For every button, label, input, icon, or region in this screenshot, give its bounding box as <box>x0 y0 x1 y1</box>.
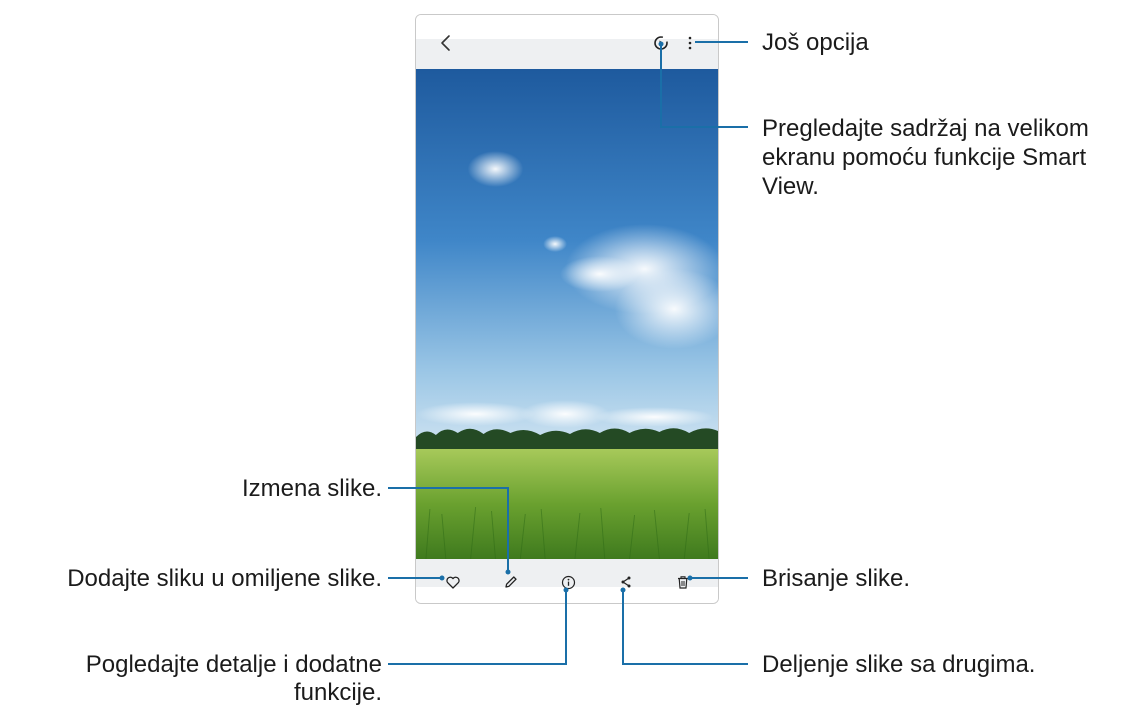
callout-more-options: Još opcija <box>762 29 869 56</box>
callout-smart-view-line-2: ekranu pomoću funkcije Smart <box>762 144 1087 171</box>
landscape-photo <box>416 69 718 559</box>
more-options-icon[interactable] <box>686 35 694 51</box>
bottom-toolbar <box>416 559 718 603</box>
back-icon[interactable] <box>438 33 454 53</box>
callout-favorite: Dodajte sliku u omiljene slike. <box>67 565 382 592</box>
favorite-heart-icon[interactable] <box>446 576 460 589</box>
callout-edit: Izmena slike. <box>241 475 382 502</box>
delete-trash-icon[interactable] <box>676 575 690 590</box>
callout-smart-view-line-1: Pregledajte sadržaj na velikom <box>762 115 1089 142</box>
top-toolbar-strip <box>416 39 718 69</box>
callout-details-line-1: Pogledajte detalje i dodatne <box>85 651 382 678</box>
callout-share: Deljenje slike sa drugima. <box>762 651 1036 678</box>
top-toolbar <box>416 15 718 69</box>
details-info-icon[interactable] <box>561 575 576 590</box>
share-icon[interactable] <box>619 575 633 589</box>
callout-delete: Brisanje slike. <box>762 565 911 592</box>
callout-details-line-2: funkcije. <box>293 679 382 706</box>
smart-view-icon[interactable] <box>653 35 669 51</box>
callout-smart-view-line-3: View. <box>762 173 819 200</box>
phone-screen <box>415 14 719 604</box>
edit-pencil-icon[interactable] <box>504 575 518 589</box>
